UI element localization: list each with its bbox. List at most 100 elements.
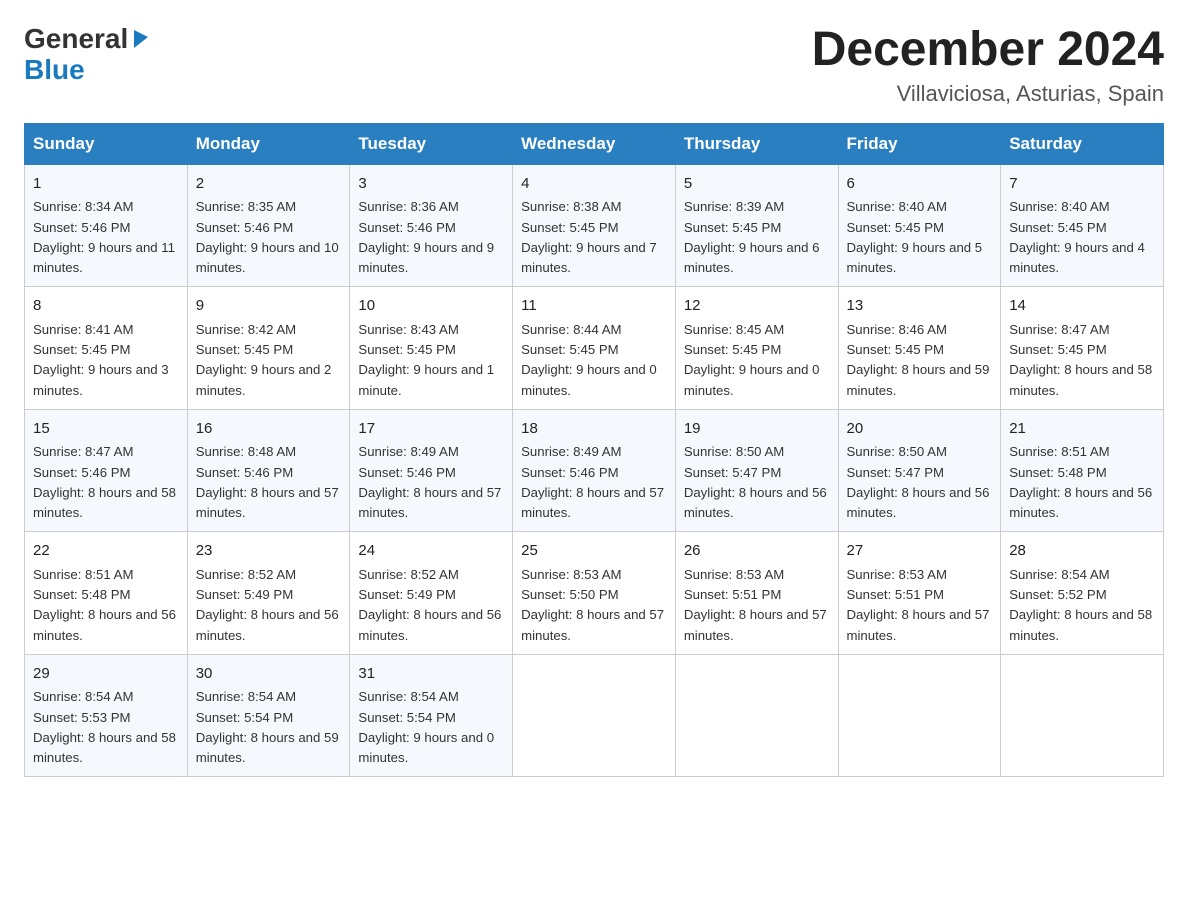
- cell-info: Sunrise: 8:54 AMSunset: 5:54 PMDaylight:…: [196, 689, 339, 765]
- calendar-cell: 9Sunrise: 8:42 AMSunset: 5:45 PMDaylight…: [187, 287, 350, 410]
- header-friday: Friday: [838, 123, 1001, 164]
- cell-info: Sunrise: 8:53 AMSunset: 5:51 PMDaylight:…: [684, 567, 827, 643]
- header-monday: Monday: [187, 123, 350, 164]
- cell-info: Sunrise: 8:53 AMSunset: 5:51 PMDaylight:…: [847, 567, 990, 643]
- cell-info: Sunrise: 8:36 AMSunset: 5:46 PMDaylight:…: [358, 199, 494, 275]
- calendar-cell: 31 Sunrise: 8:54 AMSunset: 5:54 PMDayligh…: [350, 654, 513, 777]
- day-number: 13: [847, 295, 993, 318]
- day-number: 14: [1009, 295, 1155, 318]
- calendar-cell: 18Sunrise: 8:49 AMSunset: 5:46 PMDayligh…: [513, 409, 676, 532]
- cell-info: Sunrise: 8:52 AMSunset: 5:49 PMDaylight:…: [196, 567, 339, 643]
- cell-info: Sunrise: 8:54 AMSunset: 5:53 PMDaylight:…: [33, 689, 176, 765]
- page-header: General Blue December 2024 Villaviciosa,…: [24, 24, 1164, 107]
- calendar-cell: 25 Sunrise: 8:53 AMSunset: 5:50 PMDayligh…: [513, 532, 676, 655]
- cell-info: Sunrise: 8:39 AMSunset: 5:45 PMDaylight:…: [684, 199, 820, 275]
- cell-info: Sunrise: 8:45 AMSunset: 5:45 PMDaylight:…: [684, 322, 820, 398]
- days-header-row: SundayMondayTuesdayWednesdayThursdayFrid…: [25, 123, 1164, 164]
- calendar-cell: 22 Sunrise: 8:51 AMSunset: 5:48 PMDayligh…: [25, 532, 188, 655]
- header-thursday: Thursday: [675, 123, 838, 164]
- day-number: 24: [358, 540, 504, 563]
- calendar-cell: 29Sunrise: 8:54 AMSunset: 5:53 PMDayligh…: [25, 654, 188, 777]
- calendar-cell: 27 Sunrise: 8:53 AMSunset: 5:51 PMDayligh…: [838, 532, 1001, 655]
- calendar-cell: 7Sunrise: 8:40 AMSunset: 5:45 PMDaylight…: [1001, 164, 1164, 287]
- header-tuesday: Tuesday: [350, 123, 513, 164]
- calendar-cell: 30 Sunrise: 8:54 AMSunset: 5:54 PMDayligh…: [187, 654, 350, 777]
- header-wednesday: Wednesday: [513, 123, 676, 164]
- calendar-cell: [838, 654, 1001, 777]
- day-number: 17: [358, 418, 504, 441]
- cell-info: Sunrise: 8:53 AMSunset: 5:50 PMDaylight:…: [521, 567, 664, 643]
- logo-blue-text: Blue: [24, 55, 85, 86]
- calendar-cell: 6Sunrise: 8:40 AMSunset: 5:45 PMDaylight…: [838, 164, 1001, 287]
- day-number: 3: [358, 173, 504, 196]
- day-number: 2: [196, 173, 342, 196]
- calendar-week-row: 8 Sunrise: 8:41 AMSunset: 5:45 PMDaylight…: [25, 287, 1164, 410]
- calendar-cell: 12 Sunrise: 8:45 AMSunset: 5:45 PMDayligh…: [675, 287, 838, 410]
- calendar-cell: 8 Sunrise: 8:41 AMSunset: 5:45 PMDaylight…: [25, 287, 188, 410]
- cell-info: Sunrise: 8:38 AMSunset: 5:45 PMDaylight:…: [521, 199, 657, 275]
- calendar-cell: [675, 654, 838, 777]
- calendar-cell: [1001, 654, 1164, 777]
- day-number: 26: [684, 540, 830, 563]
- calendar-cell: 5 Sunrise: 8:39 AMSunset: 5:45 PMDaylight…: [675, 164, 838, 287]
- calendar-week-row: 15Sunrise: 8:47 AMSunset: 5:46 PMDayligh…: [25, 409, 1164, 532]
- day-number: 9: [196, 295, 342, 318]
- day-number: 7: [1009, 173, 1155, 196]
- calendar-cell: 23 Sunrise: 8:52 AMSunset: 5:49 PMDayligh…: [187, 532, 350, 655]
- calendar-week-row: 29Sunrise: 8:54 AMSunset: 5:53 PMDayligh…: [25, 654, 1164, 777]
- cell-info: Sunrise: 8:49 AMSunset: 5:46 PMDaylight:…: [358, 444, 501, 520]
- calendar-cell: 24Sunrise: 8:52 AMSunset: 5:49 PMDayligh…: [350, 532, 513, 655]
- day-number: 19: [684, 418, 830, 441]
- cell-info: Sunrise: 8:47 AMSunset: 5:45 PMDaylight:…: [1009, 322, 1152, 398]
- day-number: 18: [521, 418, 667, 441]
- cell-info: Sunrise: 8:50 AMSunset: 5:47 PMDaylight:…: [684, 444, 827, 520]
- cell-info: Sunrise: 8:48 AMSunset: 5:46 PMDaylight:…: [196, 444, 339, 520]
- cell-info: Sunrise: 8:47 AMSunset: 5:46 PMDaylight:…: [33, 444, 176, 520]
- cell-info: Sunrise: 8:43 AMSunset: 5:45 PMDaylight:…: [358, 322, 494, 398]
- day-number: 5: [684, 173, 830, 196]
- calendar-cell: 4Sunrise: 8:38 AMSunset: 5:45 PMDaylight…: [513, 164, 676, 287]
- calendar-week-row: 1 Sunrise: 8:34 AMSunset: 5:46 PMDaylight…: [25, 164, 1164, 287]
- day-number: 12: [684, 295, 830, 318]
- calendar-cell: 16 Sunrise: 8:48 AMSunset: 5:46 PMDayligh…: [187, 409, 350, 532]
- day-number: 30: [196, 663, 342, 686]
- cell-info: Sunrise: 8:51 AMSunset: 5:48 PMDaylight:…: [33, 567, 176, 643]
- day-number: 8: [33, 295, 179, 318]
- calendar-cell: 19 Sunrise: 8:50 AMSunset: 5:47 PMDayligh…: [675, 409, 838, 532]
- day-number: 10: [358, 295, 504, 318]
- calendar-cell: 21 Sunrise: 8:51 AMSunset: 5:48 PMDayligh…: [1001, 409, 1164, 532]
- calendar-cell: 13Sunrise: 8:46 AMSunset: 5:45 PMDayligh…: [838, 287, 1001, 410]
- day-number: 22: [33, 540, 179, 563]
- calendar-cell: 10 Sunrise: 8:43 AMSunset: 5:45 PMDayligh…: [350, 287, 513, 410]
- day-number: 1: [33, 173, 179, 196]
- cell-info: Sunrise: 8:44 AMSunset: 5:45 PMDaylight:…: [521, 322, 657, 398]
- logo-triangle-icon: [130, 26, 152, 48]
- day-number: 16: [196, 418, 342, 441]
- calendar-cell: 15Sunrise: 8:47 AMSunset: 5:46 PMDayligh…: [25, 409, 188, 532]
- day-number: 23: [196, 540, 342, 563]
- header-saturday: Saturday: [1001, 123, 1164, 164]
- cell-info: Sunrise: 8:50 AMSunset: 5:47 PMDaylight:…: [847, 444, 990, 520]
- header-sunday: Sunday: [25, 123, 188, 164]
- calendar-cell: 26 Sunrise: 8:53 AMSunset: 5:51 PMDayligh…: [675, 532, 838, 655]
- calendar-table: SundayMondayTuesdayWednesdayThursdayFrid…: [24, 123, 1164, 778]
- cell-info: Sunrise: 8:41 AMSunset: 5:45 PMDaylight:…: [33, 322, 169, 398]
- month-title: December 2024: [812, 24, 1164, 77]
- cell-info: Sunrise: 8:54 AMSunset: 5:54 PMDaylight:…: [358, 689, 494, 765]
- day-number: 21: [1009, 418, 1155, 441]
- day-number: 28: [1009, 540, 1155, 563]
- calendar-cell: [513, 654, 676, 777]
- calendar-cell: 11 Sunrise: 8:44 AMSunset: 5:45 PMDayligh…: [513, 287, 676, 410]
- day-number: 11: [521, 295, 667, 318]
- day-number: 31: [358, 663, 504, 686]
- calendar-week-row: 22 Sunrise: 8:51 AMSunset: 5:48 PMDayligh…: [25, 532, 1164, 655]
- logo: General Blue: [24, 24, 152, 86]
- calendar-cell: 28Sunrise: 8:54 AMSunset: 5:52 PMDayligh…: [1001, 532, 1164, 655]
- calendar-cell: 20Sunrise: 8:50 AMSunset: 5:47 PMDayligh…: [838, 409, 1001, 532]
- cell-info: Sunrise: 8:51 AMSunset: 5:48 PMDaylight:…: [1009, 444, 1152, 520]
- day-number: 27: [847, 540, 993, 563]
- day-number: 25: [521, 540, 667, 563]
- calendar-cell: 17 Sunrise: 8:49 AMSunset: 5:46 PMDayligh…: [350, 409, 513, 532]
- cell-info: Sunrise: 8:34 AMSunset: 5:46 PMDaylight:…: [33, 199, 175, 275]
- calendar-cell: 3 Sunrise: 8:36 AMSunset: 5:46 PMDaylight…: [350, 164, 513, 287]
